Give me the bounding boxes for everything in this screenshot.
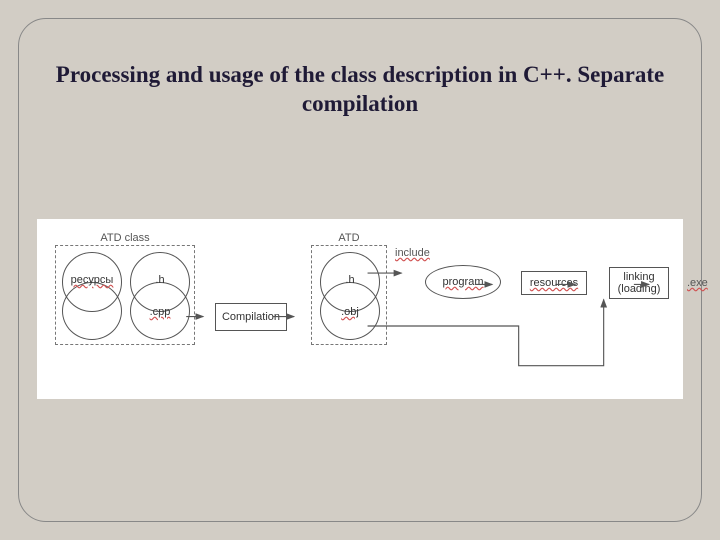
h-obj-pair: .h .obj: [320, 252, 380, 340]
ellipse: [62, 282, 122, 340]
compilation-label: Compilation: [222, 311, 280, 323]
atd-label: ATD: [312, 232, 386, 244]
linking-sublabel: (loading): [618, 283, 661, 295]
program-ellipse: program: [425, 265, 501, 299]
h-label: .h: [130, 274, 190, 286]
compilation-diagram: ATD class ресурсы .h .cpp Compilation: [37, 219, 683, 399]
obj-label: .obj: [320, 306, 380, 318]
resources-source-pair: ресурсы: [62, 252, 122, 340]
cpp-label: .cpp: [130, 306, 190, 318]
linking-box: linking (loading): [609, 267, 669, 299]
atd-box: ATD .h .obj: [311, 245, 387, 345]
atd-class-box: ATD class ресурсы .h .cpp: [55, 245, 195, 345]
slide-title: Processing and usage of the class descri…: [19, 61, 701, 119]
atd-class-label: ATD class: [56, 232, 194, 244]
exe-label: .exe: [687, 277, 708, 289]
resources-ru-label: ресурсы: [62, 274, 122, 286]
resources-box: resources: [521, 271, 587, 295]
diagram-area: ATD class ресурсы .h .cpp Compilation: [37, 219, 683, 399]
h-label-2: .h: [320, 274, 380, 286]
compilation-box: Compilation: [215, 303, 287, 331]
program-label: program: [443, 276, 484, 288]
linking-label: linking: [623, 271, 654, 283]
slide-frame: Processing and usage of the class descri…: [18, 18, 702, 522]
h-cpp-pair: .h .cpp: [130, 252, 190, 340]
include-label: include: [395, 247, 430, 259]
resources-label: resources: [530, 277, 578, 289]
